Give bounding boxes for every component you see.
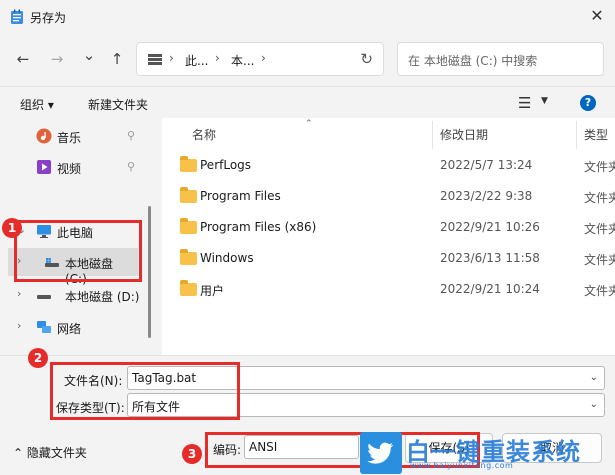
- sidebar-item-label: 音乐: [57, 131, 82, 145]
- sidebar-item-local-disk-d[interactable]: › 本地磁盘 (D:): [0, 281, 150, 309]
- sidebar-scrollbar[interactable]: [148, 206, 151, 338]
- refresh-icon[interactable]: ↻: [360, 50, 373, 68]
- column-header-type[interactable]: 类型: [584, 126, 608, 143]
- pin-icon: ⚲: [127, 160, 136, 173]
- file-date: 2022/5/7 13:24: [440, 158, 533, 172]
- notepad-icon: [11, 9, 23, 24]
- file-name: Program Files: [200, 189, 281, 203]
- file-date: 2023/2/22 9:38: [440, 189, 533, 203]
- file-list: ⌃ 名称 修改日期 类型 PerfLogs 2022/5/7 13:24 文件夹…: [162, 118, 615, 355]
- sidebar-item-videos[interactable]: 视频 ⚲: [0, 153, 150, 181]
- view-caret-icon[interactable]: ▼: [541, 96, 548, 106]
- music-icon: [36, 128, 52, 144]
- pin-icon: ⚲: [127, 129, 136, 142]
- column-header-date[interactable]: 修改日期: [440, 126, 488, 143]
- folder-icon: [180, 187, 197, 203]
- table-row[interactable]: Program Files 2023/2/22 9:38 文件夹: [162, 183, 615, 214]
- file-name: 用户: [200, 284, 225, 298]
- file-type: 文件夹: [584, 284, 615, 298]
- address-separator: ›: [215, 51, 220, 65]
- folder-icon: [180, 218, 197, 234]
- annotation-badge-1: 1: [2, 218, 22, 238]
- column-header-name[interactable]: 名称: [192, 126, 216, 143]
- chevron-down-icon[interactable]: ⌄: [590, 372, 598, 383]
- address-separator: ›: [261, 51, 266, 65]
- annotation-badge-3: 3: [182, 444, 202, 464]
- video-icon: [37, 160, 51, 174]
- network-icon: [37, 321, 51, 333]
- sidebar-item-label: 视频: [57, 162, 82, 176]
- file-name: Program Files (x86): [200, 220, 317, 234]
- close-icon[interactable]: ✕: [586, 6, 608, 26]
- file-name: Windows: [200, 251, 254, 265]
- address-segment-drive[interactable]: 本...: [231, 52, 254, 69]
- organize-button[interactable]: 组织 ▾: [20, 96, 54, 113]
- table-row[interactable]: PerfLogs 2022/5/7 13:24 文件夹: [162, 152, 615, 183]
- file-type: 文件夹: [584, 160, 615, 174]
- search-box[interactable]: 在 本地磁盘 (C:) 中搜索: [397, 42, 604, 76]
- table-row[interactable]: 用户 2022/9/21 10:24 文件夹: [162, 276, 615, 307]
- toolbar-divider: [0, 86, 615, 87]
- address-bar[interactable]: › 此... › 本... › ↻: [136, 42, 384, 76]
- twitter-bird-icon: [360, 432, 402, 474]
- drive-icon: [37, 295, 51, 299]
- file-date: 2022/9/21 10:24: [440, 282, 540, 296]
- sidebar-item-label: 网络: [57, 322, 82, 336]
- sort-ascending-icon: ⌃: [305, 119, 313, 129]
- folder-icon: [180, 156, 197, 172]
- form-divider: [0, 355, 615, 356]
- chevron-right-icon[interactable]: ›: [17, 319, 21, 332]
- view-icon[interactable]: ☰: [518, 94, 531, 112]
- table-row[interactable]: Windows 2023/6/13 11:58 文件夹: [162, 245, 615, 276]
- annotation-badge-2: 2: [28, 348, 48, 368]
- sidebar-item-label: 本地磁盘 (D:): [65, 290, 140, 304]
- column-divider[interactable]: [576, 121, 577, 149]
- help-button[interactable]: ?: [580, 95, 596, 111]
- forward-button[interactable]: →: [46, 48, 68, 70]
- column-divider[interactable]: [432, 121, 433, 149]
- chevron-down-icon[interactable]: ⌄: [590, 399, 598, 410]
- annotation-box-2: [50, 362, 240, 420]
- annotation-box-1: [14, 220, 142, 282]
- folder-icon: [180, 280, 197, 296]
- up-button[interactable]: ↑: [106, 48, 128, 70]
- new-folder-button[interactable]: 新建文件夹: [88, 96, 148, 113]
- chevron-right-icon[interactable]: ›: [17, 287, 21, 300]
- search-input[interactable]: 在 本地磁盘 (C:) 中搜索: [408, 52, 537, 69]
- window-title: 另存为: [30, 11, 67, 25]
- watermark-url: www.baiyunxitong.com: [410, 461, 514, 470]
- hide-folders-button[interactable]: ⌃ 隐藏文件夹: [13, 444, 87, 461]
- folder-icon: [180, 249, 197, 265]
- table-row[interactable]: Program Files (x86) 2022/9/21 10:26 文件夹: [162, 214, 615, 245]
- file-name: PerfLogs: [200, 158, 252, 172]
- title-bar: 另存为 ✕: [0, 0, 615, 33]
- back-button[interactable]: ←: [12, 48, 34, 70]
- sidebar-item-music[interactable]: 音乐 ⚲: [0, 122, 150, 150]
- file-type: 文件夹: [584, 191, 615, 205]
- file-date: 2023/6/13 11:58: [440, 251, 540, 265]
- pc-icon: [148, 54, 162, 65]
- file-date: 2022/9/21 10:26: [440, 220, 540, 234]
- file-type: 文件夹: [584, 222, 615, 236]
- address-separator: ›: [169, 51, 174, 65]
- sidebar-item-network[interactable]: › 网络: [0, 313, 150, 341]
- file-type: 文件夹: [584, 253, 615, 267]
- recent-locations-button[interactable]: ⌄: [78, 44, 100, 66]
- address-segment-pc[interactable]: 此...: [185, 52, 208, 69]
